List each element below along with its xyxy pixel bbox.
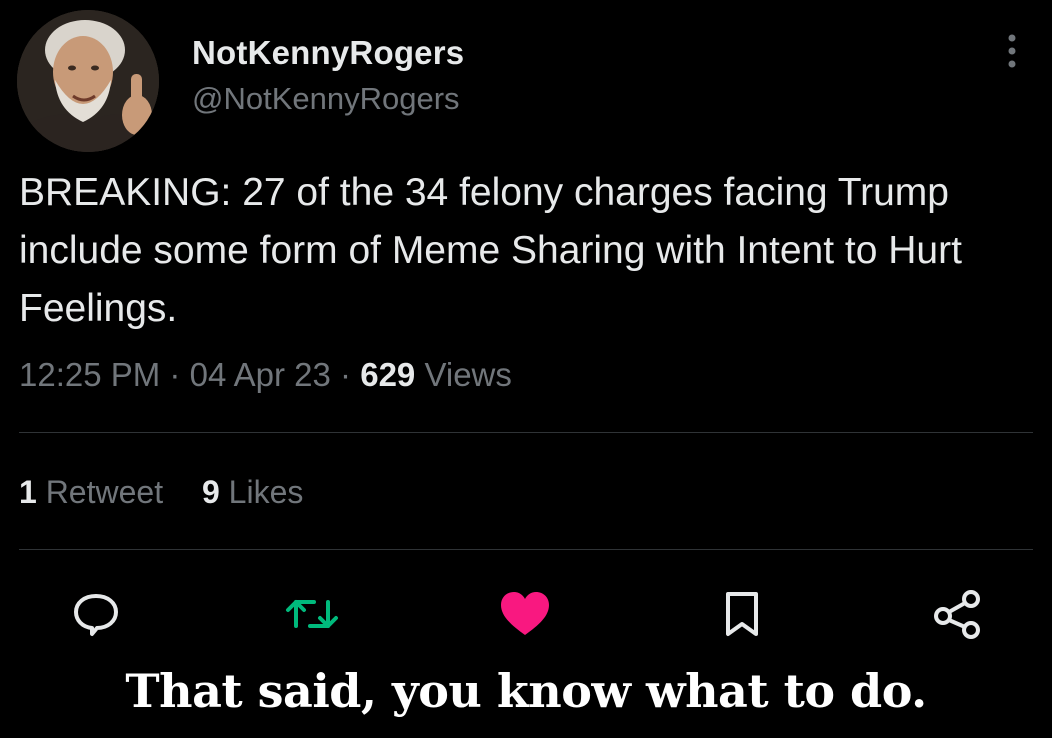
tweet-time[interactable]: 12:25 PM (19, 356, 160, 393)
divider (19, 432, 1033, 433)
likes-stat[interactable]: 9 Likes (202, 474, 303, 510)
likes-count: 9 (201, 474, 220, 510)
share-button[interactable] (930, 588, 986, 640)
tweet-text: BREAKING: 27 of the 34 felony charges fa… (19, 171, 962, 330)
engagement-stats: 1 Retweet 9 Likes (19, 474, 333, 511)
bookmark-icon (726, 592, 758, 636)
avatar-image (17, 10, 159, 152)
retweet-icon (286, 600, 338, 628)
heart-icon (501, 592, 549, 635)
meta-separator: · (340, 356, 352, 393)
reply-icon (74, 594, 118, 636)
retweets-count: 1 (19, 474, 37, 510)
tweet-card: NotKennyRogers @NotKennyRogers BREAKING:… (0, 0, 1052, 738)
display-name[interactable]: NotKennyRogers (192, 34, 464, 72)
views-label: Views (424, 356, 512, 393)
more-options-icon[interactable] (1000, 32, 1024, 72)
user-handle[interactable]: @NotKennyRogers (192, 81, 460, 117)
meme-caption: That said, you know what to do. (125, 664, 927, 718)
views-count: 629 (360, 356, 416, 393)
divider (19, 549, 1033, 550)
bookmark-button[interactable] (714, 588, 770, 640)
retweets-label: Retweet (45, 474, 164, 510)
avatar[interactable] (17, 10, 159, 152)
share-icon (934, 590, 980, 639)
tweet-meta: 12:25 PM · 04 Apr 23 · 629 Views (19, 356, 512, 394)
reply-button[interactable] (68, 588, 124, 640)
retweets-stat[interactable]: 1 Retweet (19, 474, 172, 510)
likes-label: Likes (228, 474, 304, 510)
tweet-date[interactable]: 04 Apr 23 (190, 356, 331, 393)
retweet-button[interactable] (284, 588, 340, 640)
like-button[interactable] (497, 588, 553, 640)
meta-separator: · (169, 356, 181, 393)
